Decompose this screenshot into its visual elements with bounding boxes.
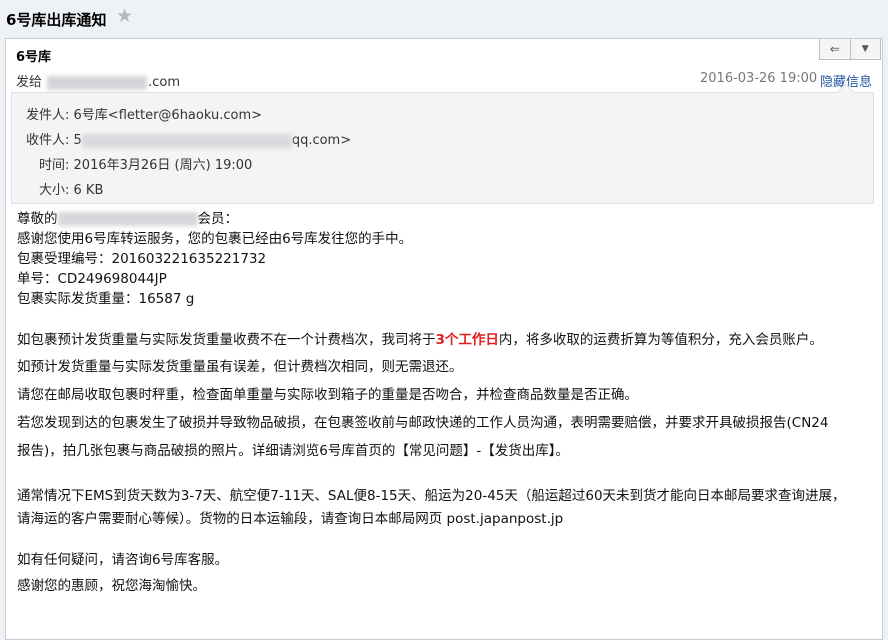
- reply-button[interactable]: ⇐: [820, 39, 850, 59]
- refund-paragraph: 如包裹预计发货重量与实际发货重量收费不在一个计费档次，我司将于3个工作日内，将多…: [17, 327, 872, 353]
- greeting-suffix: 会员：: [197, 211, 239, 227]
- to-value-suffix: qq.com>: [291, 133, 352, 148]
- email-body: 尊敬的 会员： 感谢您使用6号库转运服务，您的包裹已经由6号库发往您的手中。 包裹…: [17, 209, 872, 599]
- detail-time: 时间: 2016年3月26日 (周六) 19:00: [39, 154, 252, 173]
- refund-days-highlight: 3个工作日: [435, 332, 499, 348]
- email-date: 2016-03-26 19:00: [700, 71, 818, 86]
- time-value: 2016年3月26日 (周六) 19:00: [73, 158, 253, 173]
- chevron-down-icon: ▼: [861, 44, 869, 54]
- redacted-email: [81, 133, 292, 148]
- refund-text-pre: 如包裹预计发货重量与实际发货重量收费不在一个计费档次，我司将于: [17, 332, 436, 348]
- no-refund-paragraph: 如预计发货重量与实际发货重量虽有误差，但计费档次相同，则无需退还。: [17, 359, 463, 375]
- tracking-number-line: 单号：CD249698044JP: [17, 271, 167, 287]
- from-label: 发件人:: [26, 108, 70, 123]
- weight-line: 包裹实际发货重量：16587 g: [17, 291, 195, 307]
- damage-paragraph-1: 若您发现到达的包裹发生了破损并导致物品破损，在包裹签收前与邮政快递的工作人员沟通…: [17, 415, 829, 431]
- detail-size: 大小: 6 KB: [39, 179, 103, 198]
- size-value: 6 KB: [73, 183, 104, 198]
- more-menu-button[interactable]: ▼: [849, 39, 881, 59]
- recipient-summary: 发给 .com: [16, 71, 180, 90]
- star-icon[interactable]: ★: [116, 7, 133, 26]
- to-label: 收件人:: [26, 133, 70, 148]
- title-bar: 6号库出库通知 ★: [0, 0, 888, 38]
- reply-button-group: ⇐ ▼: [819, 39, 881, 60]
- accept-number-line: 包裹受理编号：201603221635221732: [17, 251, 267, 267]
- reply-icon: ⇐: [829, 42, 840, 56]
- redacted-recipient: [47, 75, 148, 90]
- to-suffix: .com: [148, 75, 181, 90]
- redacted-member-name: [57, 212, 198, 226]
- greeting-prefix: 尊敬的: [17, 211, 58, 227]
- detail-from: 发件人: 6号库<fletter@6haoku.com>: [26, 104, 262, 123]
- to-value-prefix: 5: [73, 133, 82, 148]
- details-box: 发件人: 6号库<fletter@6haoku.com> 收件人: 5 qq.co…: [11, 83, 874, 204]
- detail-to: 收件人: 5 qq.com>: [26, 129, 351, 148]
- shipping-times-2: 请海运的客户需要耐心等候）。货物的日本运输段，请查询日本邮局网页 post.ja…: [17, 511, 564, 527]
- to-prefix: 发给: [16, 75, 43, 90]
- damage-paragraph-2: 报告)，拍几张包裹与商品破损的照片。详细请浏览6号库首页的【常见问题】-【发货出…: [17, 443, 569, 459]
- shipping-times-1: 通常情况下EMS到货天数为3-7天、航空便7-11天、SAL便8-15天、船运为…: [17, 488, 846, 504]
- email-subject: 6号库出库通知: [6, 11, 107, 29]
- time-label: 时间:: [39, 158, 70, 173]
- refund-text-post: 内，将多收取的运费折算为等值积分，充入会员账户。: [498, 332, 823, 348]
- closing-line: 感谢您的惠顾，祝您海淘愉快。: [17, 578, 206, 594]
- from-value: 6号库<fletter@6haoku.com>: [73, 108, 263, 123]
- greeting: 尊敬的 会员：: [17, 209, 872, 229]
- thanks-line: 感谢您使用6号库转运服务，您的包裹已经由6号库发往您的手中。: [17, 231, 413, 247]
- email-panel: 6号库 ⇐ ▼ 发给 .com 2016-03-26 19:00 隐藏信息 发件…: [5, 38, 883, 640]
- size-label: 大小:: [39, 183, 70, 198]
- weigh-check-paragraph: 请您在邮局收取包裹时秤重，检查面单重量与实际收到箱子的重量是否吻合，并检查商品数…: [17, 387, 638, 403]
- contact-line: 如有任何疑问，请咨询6号库客服。: [17, 552, 229, 568]
- sender-name: 6号库: [16, 50, 52, 65]
